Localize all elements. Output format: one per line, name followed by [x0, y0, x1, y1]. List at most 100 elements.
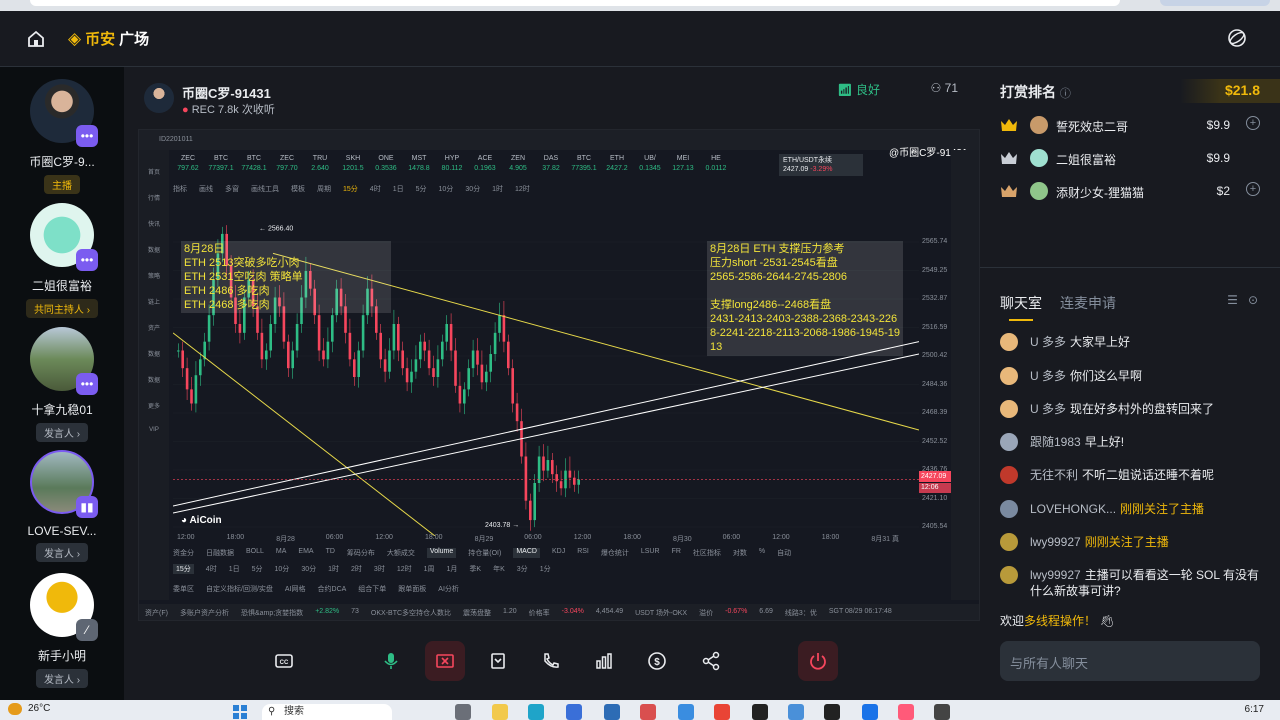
chrome-icon[interactable]	[714, 704, 730, 720]
bottom-tool-item[interactable]: %	[759, 548, 765, 558]
tool-item[interactable]: 画线	[199, 184, 213, 198]
bottom-tool-item[interactable]: 年K	[493, 564, 505, 574]
bottom-tool-item[interactable]: 1日	[229, 564, 240, 574]
bottom-tool-item[interactable]: 资金分	[173, 548, 194, 558]
tool-item[interactable]: 多窗	[225, 184, 239, 198]
bottom-tool-item[interactable]: 4时	[206, 564, 217, 574]
call-in-button[interactable]	[531, 641, 571, 681]
chat-user[interactable]: lwy99927	[1030, 568, 1081, 582]
ticker[interactable]: MEI 127.13	[668, 154, 698, 178]
ticker[interactable]: ZEC 797.62	[173, 154, 203, 178]
tool-item[interactable]: 12时	[515, 184, 530, 198]
share-file-button[interactable]	[478, 641, 518, 681]
speaker-4[interactable]: ▮▮ LOVE-SEV... 发言人 ›	[0, 450, 124, 562]
tab-mic-requests[interactable]: 连麦申请	[1060, 293, 1116, 313]
bottom-tool-item[interactable]: 委单区	[173, 584, 194, 594]
bottom-tool-item[interactable]: MA	[276, 548, 287, 558]
tool-item[interactable]: 周期	[317, 184, 331, 198]
bottom-tool-item[interactable]: 2时	[351, 564, 362, 574]
bottom-tool-item[interactable]: 日融数据	[206, 548, 234, 558]
qq-icon[interactable]	[824, 704, 840, 720]
notes-icon[interactable]: ☰	[1227, 293, 1238, 307]
profile-button[interactable]	[1160, 0, 1270, 6]
app-icon[interactable]	[788, 704, 804, 720]
chat-user[interactable]: U 多多	[1030, 402, 1066, 416]
rank-row[interactable]: 誓死效忠二哥 $9.9 +	[1000, 114, 1260, 140]
ticker[interactable]: ONE 0.3536	[371, 154, 401, 178]
share-button[interactable]	[691, 641, 731, 681]
ticker[interactable]: BTC 77397.1	[206, 154, 236, 178]
bottom-tool-item[interactable]: TD	[326, 548, 335, 558]
ticker[interactable]: TRU 2.640	[305, 154, 335, 178]
bottom-tool-item[interactable]: LSUR	[641, 548, 660, 558]
tool-item[interactable]: 5分	[416, 184, 427, 198]
host-name[interactable]: 币圈C罗-91431	[182, 83, 271, 102]
bottom-tool-item[interactable]: 自动	[777, 548, 791, 558]
chat-input[interactable]: 与所有人聊天	[1000, 641, 1260, 681]
tool-item[interactable]: 1日	[393, 184, 404, 198]
caption-button[interactable]: CC	[264, 641, 304, 681]
tool-item[interactable]: 1时	[492, 184, 503, 198]
role-badge[interactable]: 共同主持人 ›	[25, 299, 99, 318]
role-badge[interactable]: 发言人 ›	[35, 423, 89, 442]
ticker[interactable]: ETH 2427.2	[602, 154, 632, 178]
info-icon[interactable]: ⓘ	[1060, 88, 1071, 100]
bottom-tool-item[interactable]: 30分	[301, 564, 316, 574]
ticker[interactable]: BTC 77428.1	[239, 154, 269, 178]
bottom-tool-item[interactable]: 1时	[328, 564, 339, 574]
tool-item[interactable]: 15分	[343, 184, 358, 198]
speaker-5[interactable]: ⁄ 新手小明 发言人 ›	[0, 573, 124, 688]
bottom-tool-item[interactable]: 5分	[252, 564, 263, 574]
bottom-tool-item[interactable]: 3时	[374, 564, 385, 574]
more-icon[interactable]: •••	[76, 125, 98, 147]
bottom-tool-item[interactable]: 10分	[275, 564, 290, 574]
bottom-tool-item[interactable]: 季K	[469, 564, 481, 574]
ticker[interactable]: ZEC 797.70	[272, 154, 302, 178]
ticker[interactable]: UB/0.1345	[635, 154, 665, 178]
speaker-cohost[interactable]: ••• 二姐很富裕 共同主持人 ›	[0, 203, 124, 318]
chat-user[interactable]: 无往不利	[1030, 468, 1078, 482]
brand-logo[interactable]: ◈ 币安 广场	[68, 28, 149, 49]
bottom-tool-item[interactable]: 1月	[447, 564, 458, 574]
speaker-host[interactable]: ••• 币圈C罗-9... 主播	[0, 79, 124, 194]
follow-plus-icon[interactable]: +	[1246, 182, 1260, 196]
bottom-tool-item[interactable]: 跟单面板	[398, 584, 426, 594]
ticker[interactable]: HE 0.0112	[701, 154, 731, 178]
chat-user[interactable]: 跟随1983	[1030, 435, 1081, 449]
ticker[interactable]: BTC 77395.1	[569, 154, 599, 178]
tool-item[interactable]: 模板	[291, 184, 305, 198]
ticker[interactable]: ZEN 4.905	[503, 154, 533, 178]
ticker[interactable]: HYP 80.112	[437, 154, 467, 178]
app-icon[interactable]	[862, 704, 878, 720]
home-icon[interactable]	[26, 29, 46, 49]
tool-item[interactable]: 画线工具	[251, 184, 279, 198]
chat-user[interactable]: LOVEHONGK...	[1030, 502, 1116, 516]
system-clock[interactable]: 6:17	[1245, 704, 1264, 715]
bottom-tool-item[interactable]: KDJ	[552, 548, 565, 558]
more-icon[interactable]: •••	[76, 373, 98, 395]
viewer-count[interactable]: ⚇ 71	[931, 81, 958, 95]
file-explorer-icon[interactable]	[492, 704, 508, 720]
stop-share-button[interactable]	[425, 641, 465, 681]
chat-user[interactable]: U 多多	[1030, 369, 1066, 383]
bottom-tool-item[interactable]: 大额成交	[387, 548, 415, 558]
bottom-tool-item[interactable]: 3分	[517, 564, 528, 574]
task-view-icon[interactable]	[455, 704, 471, 720]
rank-row[interactable]: 添财少女-狸猫猫 $2 +	[1000, 180, 1260, 206]
weather-temp[interactable]: 26°C	[28, 703, 50, 714]
bottom-tool-item[interactable]: MACD	[513, 548, 540, 558]
tool-item[interactable]: 指标	[173, 184, 187, 198]
bottom-tool-item[interactable]: 12时	[397, 564, 412, 574]
role-badge[interactable]: 发言人 ›	[35, 543, 89, 562]
address-bar[interactable]	[30, 0, 1120, 6]
settings-icon[interactable]: ⊙	[1248, 293, 1258, 307]
bottom-tool-item[interactable]: 对数	[733, 548, 747, 558]
edge-icon[interactable]	[528, 704, 544, 720]
ticker[interactable]: DAS 37.82	[536, 154, 566, 178]
bottom-tool-item[interactable]: EMA	[298, 548, 313, 558]
windows-start-icon[interactable]	[232, 704, 248, 720]
ticker[interactable]: ACE 0.1963	[470, 154, 500, 178]
end-live-button[interactable]	[798, 641, 838, 681]
bottom-tool-item[interactable]: FR	[672, 548, 681, 558]
speaker-3[interactable]: ••• 十拿九稳01 发言人 ›	[0, 327, 124, 442]
